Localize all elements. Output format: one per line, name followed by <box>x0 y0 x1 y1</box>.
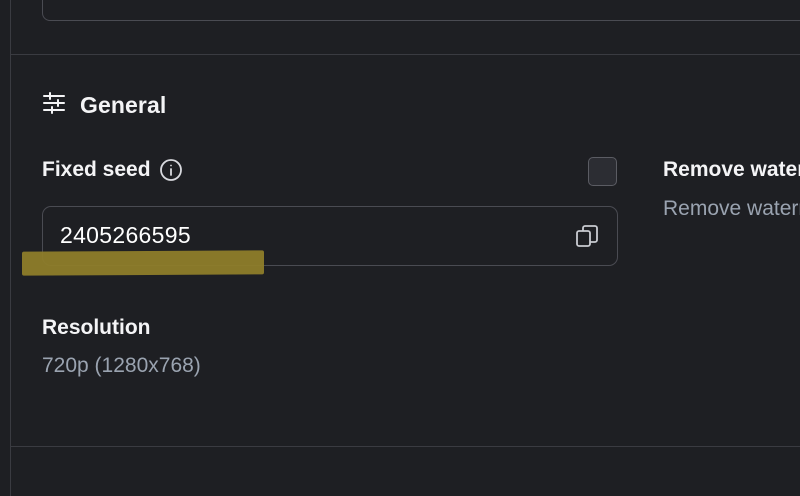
seed-value[interactable]: 2405266595 <box>60 222 191 249</box>
section-divider-top <box>11 54 800 55</box>
resolution-value[interactable]: 720p (1280x768) <box>42 354 201 378</box>
fixed-seed-label-text: Fixed seed <box>42 158 151 181</box>
highlighter-annotation <box>22 250 264 276</box>
info-icon[interactable] <box>159 158 183 182</box>
general-section-header: General <box>42 90 166 120</box>
previous-field-input[interactable] <box>42 0 800 21</box>
left-border <box>10 0 11 496</box>
remove-watermark-description: Remove watermark <box>663 197 800 220</box>
section-divider-bottom <box>11 446 800 447</box>
sliders-icon <box>42 91 66 120</box>
resolution-label: Resolution <box>42 316 151 339</box>
fixed-seed-label: Fixed seed <box>42 158 183 182</box>
copy-icon[interactable] <box>574 223 600 249</box>
remove-watermark-title: Remove watermark <box>663 158 800 181</box>
section-title: General <box>80 91 167 118</box>
remove-watermark-checkbox[interactable] <box>588 157 617 186</box>
settings-panel: General Fixed seed 2405266595 Remove wat… <box>0 0 800 496</box>
